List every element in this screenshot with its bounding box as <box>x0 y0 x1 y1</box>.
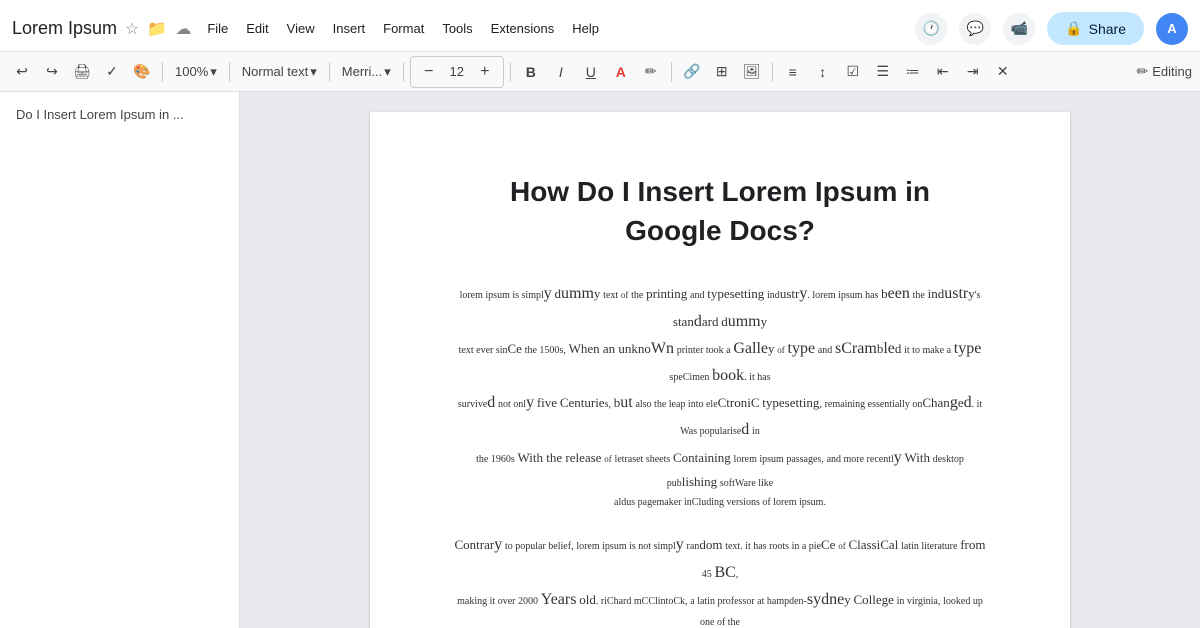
editing-label[interactable]: ✏ Editing <box>1137 63 1192 80</box>
style-chevron: ▾ <box>310 64 317 80</box>
style-value: Normal text <box>242 64 308 79</box>
folder-icon[interactable]: 📁 <box>147 19 167 39</box>
undo-button[interactable]: ↩ <box>8 58 36 86</box>
italic-button[interactable]: I <box>547 58 575 86</box>
font-size-value: 12 <box>443 64 471 79</box>
sidebar: Do I Insert Lorem Ipsum in ... <box>0 92 240 628</box>
right-icons: 🕐 💬 📹 🔒 Share A <box>915 12 1188 45</box>
cloud-icon[interactable]: ☁ <box>175 19 191 39</box>
doc-area[interactable]: How Do I Insert Lorem Ipsum inGoogle Doc… <box>240 92 1200 628</box>
bold-button[interactable]: B <box>517 58 545 86</box>
menu-format[interactable]: Format <box>375 17 432 40</box>
separator-3 <box>329 62 330 82</box>
separator-6 <box>671 62 672 82</box>
menu-view[interactable]: View <box>279 17 323 40</box>
menu-help[interactable]: Help <box>564 17 607 40</box>
align-button[interactable]: ≡ <box>779 58 807 86</box>
font-size-decrease[interactable]: − <box>415 58 443 86</box>
underline-button[interactable]: U <box>577 58 605 86</box>
font-chevron: ▾ <box>384 64 391 80</box>
paintformat-button[interactable]: 🎨 <box>128 58 156 86</box>
redo-button[interactable]: ↪ <box>38 58 66 86</box>
menu-extensions[interactable]: Extensions <box>483 17 563 40</box>
line-spacing-button[interactable]: ↕ <box>809 58 837 86</box>
checklist-button[interactable]: ☑ <box>839 58 867 86</box>
image-button[interactable]: 🖼 <box>738 58 766 86</box>
doc-title-area: Lorem Ipsum ☆ 📁 ☁ <box>12 18 191 39</box>
sidebar-item-1[interactable]: Do I Insert Lorem Ipsum in ... <box>0 100 239 130</box>
table-button[interactable]: ⊞ <box>708 58 736 86</box>
account-icon[interactable]: A <box>1156 13 1188 45</box>
video-icon[interactable]: 📹 <box>1003 13 1035 45</box>
spellcheck-button[interactable]: ✓ <box>98 58 126 86</box>
doc-title: Lorem Ipsum <box>12 18 117 39</box>
clear-format-button[interactable]: ✕ <box>989 58 1017 86</box>
highlight-button[interactable]: ✏ <box>637 58 665 86</box>
separator-1 <box>162 62 163 82</box>
font-value: Merri... <box>342 64 382 79</box>
menu-tools[interactable]: Tools <box>434 17 480 40</box>
doc-page: How Do I Insert Lorem Ipsum inGoogle Doc… <box>370 112 1070 628</box>
print-button[interactable]: 🖨 <box>68 58 96 86</box>
paragraph-1: lorem ipsum is simply dummy text of the … <box>450 280 990 511</box>
paragraph-2: Contrary to popular belief, lorem ipsum … <box>450 531 990 628</box>
numbering-button[interactable]: ≔ <box>899 58 927 86</box>
top-bar: Lorem Ipsum ☆ 📁 ☁ File Edit View Insert … <box>0 0 1200 52</box>
font-size-area: − 12 + <box>410 56 504 88</box>
history-icon[interactable]: 🕐 <box>915 13 947 45</box>
zoom-chevron: ▾ <box>210 64 217 80</box>
editing-text: Editing <box>1152 64 1192 79</box>
indent-decrease-button[interactable]: ⇤ <box>929 58 957 86</box>
star-icon[interactable]: ☆ <box>125 19 139 39</box>
style-select[interactable]: Normal text ▾ <box>236 60 323 84</box>
text-color-button[interactable]: A <box>607 58 635 86</box>
font-select[interactable]: Merri... ▾ <box>336 60 397 84</box>
comment-icon[interactable]: 💬 <box>959 13 991 45</box>
share-label: Share <box>1089 21 1126 37</box>
menu-bar: File Edit View Insert Format Tools Exten… <box>199 17 607 40</box>
menu-insert[interactable]: Insert <box>325 17 374 40</box>
document-title: How Do I Insert Lorem Ipsum inGoogle Doc… <box>450 172 990 250</box>
separator-2 <box>229 62 230 82</box>
link-button[interactable]: 🔗 <box>678 58 706 86</box>
separator-4 <box>403 62 404 82</box>
bullets-button[interactable]: ☰ <box>869 58 897 86</box>
toolbar: ↩ ↪ 🖨 ✓ 🎨 100% ▾ Normal text ▾ Merri... … <box>0 52 1200 92</box>
font-size-increase[interactable]: + <box>471 58 499 86</box>
main-area: Do I Insert Lorem Ipsum in ... How Do I … <box>0 92 1200 628</box>
menu-file[interactable]: File <box>199 17 236 40</box>
share-button[interactable]: 🔒 Share <box>1047 12 1144 45</box>
zoom-value: 100% <box>175 64 208 79</box>
zoom-select[interactable]: 100% ▾ <box>169 60 223 84</box>
indent-increase-button[interactable]: ⇥ <box>959 58 987 86</box>
menu-edit[interactable]: Edit <box>238 17 276 40</box>
separator-7 <box>772 62 773 82</box>
separator-5 <box>510 62 511 82</box>
lock-icon: 🔒 <box>1065 20 1082 37</box>
